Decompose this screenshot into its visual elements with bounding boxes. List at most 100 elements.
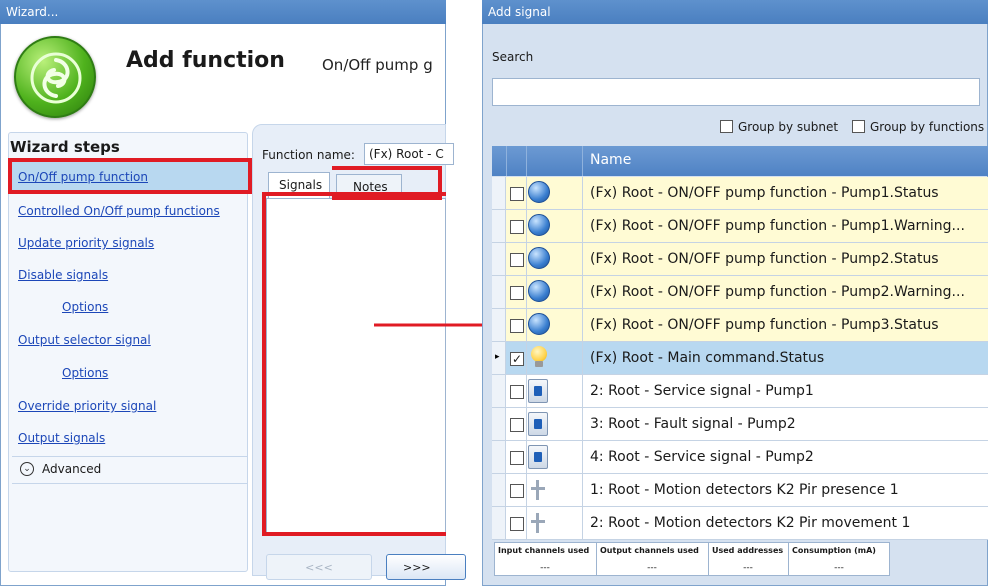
row-checkbox[interactable]: [510, 253, 524, 267]
step-update-priority-signals[interactable]: Update priority signals: [18, 236, 154, 250]
signal-name: (Fx) Root - ON/OFF pump function - Pump1…: [590, 185, 939, 201]
app-logo-icon: [14, 36, 96, 118]
column-divider: [582, 375, 583, 407]
header-divider: [526, 146, 527, 176]
step-output-signals[interactable]: Output signals: [18, 431, 105, 445]
row-checkbox[interactable]: [510, 484, 524, 498]
step-disable-signals-options[interactable]: Options: [62, 300, 108, 314]
column-divider: [526, 507, 527, 539]
row-selector[interactable]: [492, 243, 506, 275]
switch-icon: [528, 379, 550, 403]
red-highlight-box-signals: [262, 192, 446, 536]
advanced-label[interactable]: Advanced: [42, 462, 101, 476]
row-checkbox[interactable]: [510, 517, 524, 531]
signal-row[interactable]: 3: Root - Fault signal - Pump2: [492, 408, 988, 441]
column-divider: [582, 243, 583, 275]
row-checkbox[interactable]: ✓: [510, 352, 524, 366]
function-icon: [528, 181, 550, 205]
row-selector[interactable]: [492, 474, 506, 506]
column-divider: [582, 342, 583, 374]
stat-consumption-header: Consumption (mA): [792, 546, 876, 555]
signal-name: 2: Root - Motion detectors K2 Pir moveme…: [590, 515, 911, 531]
next-button[interactable]: >>>: [386, 554, 466, 580]
red-highlight-box-tab: [332, 166, 442, 200]
row-checkbox[interactable]: [510, 286, 524, 300]
row-checkbox[interactable]: [510, 385, 524, 399]
group-by-subnet-label[interactable]: Group by subnet: [738, 120, 838, 134]
row-selector[interactable]: [492, 309, 506, 341]
signal-name: 2: Root - Service signal - Pump1: [590, 383, 814, 399]
stat-output-channels-header: Output channels used: [600, 546, 699, 555]
header-divider: [506, 146, 507, 176]
signals-grid-header: [492, 146, 988, 176]
red-highlight-box-step: [8, 158, 252, 194]
function-name-label: Function name:: [262, 148, 355, 162]
row-selector[interactable]: [492, 507, 506, 539]
column-divider: [526, 177, 527, 209]
chevron-down-icon[interactable]: ⌄: [20, 462, 34, 476]
stat-input-channels-header: Input channels used: [498, 546, 590, 555]
signal-row[interactable]: 2: Root - Service signal - Pump1: [492, 375, 988, 408]
function-name-input[interactable]: (Fx) Root - C: [364, 143, 454, 165]
back-button[interactable]: <<<: [266, 554, 372, 580]
row-selector[interactable]: [492, 408, 506, 440]
wizard-subheading: On/Off pump g: [322, 56, 433, 74]
function-icon: [528, 214, 550, 238]
row-checkbox[interactable]: [510, 451, 524, 465]
search-label: Search: [492, 50, 534, 64]
group-by-subnet-checkbox[interactable]: [720, 120, 733, 133]
column-divider: [582, 309, 583, 341]
column-divider: [526, 375, 527, 407]
step-controlled-on-off-pump-functions[interactable]: Controlled On/Off pump functions: [18, 204, 220, 218]
wizard-heading: Add function: [126, 48, 285, 73]
signal-name: (Fx) Root - ON/OFF pump function - Pump2…: [590, 284, 965, 300]
signal-row[interactable]: (Fx) Root - ON/OFF pump function - Pump2…: [492, 243, 988, 276]
row-selector[interactable]: [492, 210, 506, 242]
column-divider: [526, 309, 527, 341]
signal-name: (Fx) Root - ON/OFF pump function - Pump3…: [590, 317, 939, 333]
column-divider: [526, 243, 527, 275]
row-selector[interactable]: [492, 177, 506, 209]
light-bulb-icon: [528, 346, 550, 370]
signal-row[interactable]: (Fx) Root - ON/OFF pump function - Pump1…: [492, 177, 988, 210]
signal-row[interactable]: (Fx) Root - ON/OFF pump function - Pump3…: [492, 309, 988, 342]
add-signal-title-bar: Add signal: [482, 0, 988, 24]
row-selector[interactable]: [492, 276, 506, 308]
group-by-functions-checkbox[interactable]: [852, 120, 865, 133]
row-checkbox[interactable]: [510, 220, 524, 234]
group-by-functions-label[interactable]: Group by functions: [870, 120, 984, 134]
stat-consumption-value: ---: [834, 563, 844, 573]
step-output-selector-options[interactable]: Options: [62, 366, 108, 380]
signal-name: (Fx) Root - ON/OFF pump function - Pump1…: [590, 218, 965, 234]
step-output-selector-signal[interactable]: Output selector signal: [18, 333, 151, 347]
function-icon: [528, 313, 550, 337]
signal-name: (Fx) Root - ON/OFF pump function - Pump2…: [590, 251, 939, 267]
column-divider: [582, 408, 583, 440]
row-checkbox[interactable]: [510, 187, 524, 201]
column-divider: [582, 177, 583, 209]
row-selector[interactable]: [492, 375, 506, 407]
row-checkbox[interactable]: [510, 418, 524, 432]
signal-row[interactable]: (Fx) Root - ON/OFF pump function - Pump2…: [492, 276, 988, 309]
signal-row[interactable]: 2: Root - Motion detectors K2 Pir moveme…: [492, 507, 988, 540]
wizard-steps-title: Wizard steps: [10, 138, 120, 156]
search-input[interactable]: [492, 78, 980, 106]
row-selector[interactable]: [492, 441, 506, 473]
step-override-priority-signal[interactable]: Override priority signal: [18, 399, 156, 413]
header-divider: [582, 146, 583, 176]
wizard-steps-panel: [8, 132, 248, 572]
step-disable-signals[interactable]: Disable signals: [18, 268, 108, 282]
column-divider: [582, 507, 583, 539]
signal-row[interactable]: 4: Root - Service signal - Pump2: [492, 441, 988, 474]
signal-row[interactable]: ▸ ✓ (Fx) Root - Main command.Status: [492, 342, 988, 375]
row-checkbox[interactable]: [510, 319, 524, 333]
signal-row[interactable]: 1: Root - Motion detectors K2 Pir presen…: [492, 474, 988, 507]
signal-name: 4: Root - Service signal - Pump2: [590, 449, 814, 465]
name-column-header[interactable]: Name: [590, 152, 631, 168]
column-divider: [582, 276, 583, 308]
signal-row[interactable]: (Fx) Root - ON/OFF pump function - Pump1…: [492, 210, 988, 243]
column-divider: [526, 210, 527, 242]
row-selector[interactable]: ▸: [492, 342, 506, 374]
stat-used-addresses-header: Used addresses: [712, 546, 784, 555]
signal-name: 1: Root - Motion detectors K2 Pir presen…: [590, 482, 899, 498]
